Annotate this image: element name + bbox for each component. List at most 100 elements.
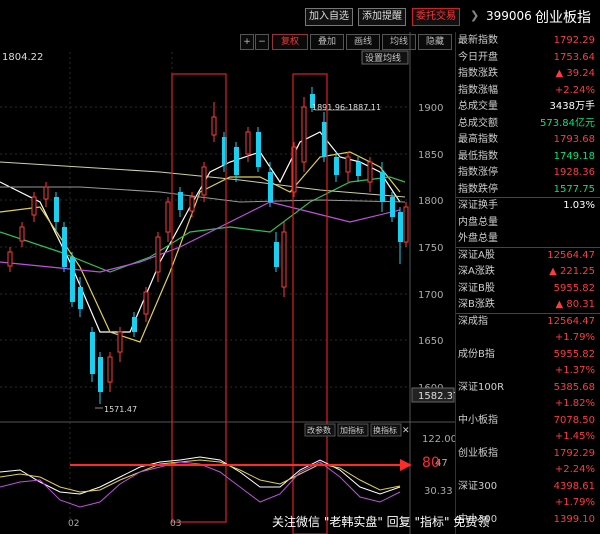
quote-row: 最低指数 1749.18 [456, 148, 600, 165]
quote-label: 外盘总量 [458, 233, 498, 244]
quote-value: +1.79% [554, 497, 595, 508]
quote-value: ▲ 80.31 [555, 299, 596, 310]
quote-value: +1.79% [554, 332, 595, 343]
quote-row: 今日开盘 1753.64 [456, 49, 600, 66]
quote-label: 总成交额 [458, 117, 498, 129]
price-tick: 1900 [418, 103, 443, 114]
quote-row: 深证换手 1.03% [456, 197, 600, 214]
quote-label: 指数涨跌 [458, 68, 498, 79]
quote-row: 深证300 4398.61 [456, 478, 600, 495]
quote-value: 5955.82 [553, 282, 595, 294]
quote-value: 1.03% [563, 200, 595, 211]
price-tick: 1700 [418, 290, 443, 301]
quote-panel: 最新指数 1792.29 今日开盘 1753.64 指数涨跌 ▲ 39.24 指数涨幅 +2.… [455, 32, 600, 534]
quote-row: 指数涨停 1928.36 [456, 164, 600, 181]
quote-value: 1792.29 [553, 447, 595, 459]
quote-row: 深证A股 12564.47 [456, 247, 600, 264]
edit-params-button[interactable]: 改参数 [307, 425, 331, 435]
quote-row: 指数跌停 1577.75 [456, 181, 600, 198]
price-tick: 1850 [418, 150, 443, 161]
ma-settings-button[interactable]: 设置均线 [365, 52, 401, 64]
indicator-tick: 122.00 [422, 434, 455, 445]
quote-row: 指数涨跌 ▲ 39.24 [456, 65, 600, 82]
quote-label: 深证300 [458, 480, 498, 492]
trade-button[interactable]: 委托交易 [412, 8, 460, 26]
quote-label: 深证B股 [458, 282, 495, 294]
indicator-mark-80: 80 [422, 455, 440, 471]
index-code: 399006 [486, 9, 532, 23]
quote-row: 中小板指 7078.50 [456, 412, 600, 429]
x-tick: 03 [170, 519, 181, 529]
quote-label: 指数跌停 [458, 183, 498, 195]
quote-label: 深证换手 [458, 200, 498, 211]
quote-value: 1792.29 [553, 35, 595, 46]
add-alert-button[interactable]: 添加提醒 [358, 8, 406, 26]
quote-label: 中小板指 [458, 414, 498, 426]
quote-label: 深A涨跌 [458, 266, 495, 277]
quote-row: +1.82% [456, 395, 600, 412]
quote-row: 深成指 12564.47 [456, 313, 600, 330]
quote-value: 5385.68 [553, 381, 595, 393]
quote-row: 成份B指 5955.82 [456, 346, 600, 363]
quote-value: +1.82% [554, 398, 595, 409]
kline-chart[interactable]: 1900 1850 1800 1750 1700 1650 1600 1582.… [0, 32, 455, 534]
arrow-right-icon: ❯ [470, 9, 480, 22]
watermark: 关注微信 "老韩实盘" 回复 "指标" 免费领 [272, 515, 490, 529]
quote-value: ▲ 39.24 [555, 68, 596, 79]
quote-value: 573.84亿元 [540, 117, 595, 129]
price-tick: 1650 [418, 336, 443, 347]
quote-row: 总成交额 573.84亿元 [456, 115, 600, 132]
quote-label: 深B涨跌 [458, 299, 495, 310]
quote-label: 最新指数 [458, 35, 498, 46]
add-watchlist-button[interactable]: 加入自选 [305, 8, 353, 26]
low-annotation: 1571.47 [104, 405, 137, 414]
quote-label: 最低指数 [458, 150, 498, 162]
quote-label: 成份B指 [458, 348, 495, 360]
quote-value: 1793.68 [553, 134, 595, 145]
quote-value: 1753.64 [553, 51, 595, 63]
quote-value: ▲ 221.25 [549, 266, 595, 277]
quote-label: 创业板指 [458, 447, 498, 459]
quote-row: 内盘总量 [456, 214, 600, 231]
quote-value: +2.24% [554, 464, 595, 475]
price-tick: 1750 [418, 243, 443, 254]
top-left-price: 1804.22 [2, 52, 43, 63]
quote-value: +1.37% [554, 365, 595, 376]
switch-indicator-button[interactable]: 换指标 [373, 425, 397, 435]
quote-row: +1.79% [456, 494, 600, 511]
quote-label: 指数涨停 [458, 167, 498, 178]
quote-label: 最高指数 [458, 134, 498, 145]
quote-value: 4398.61 [553, 480, 595, 492]
quote-value: 5955.82 [553, 348, 595, 360]
quote-label: 深成指 [458, 315, 488, 327]
quote-label: 内盘总量 [458, 216, 498, 228]
quote-row: +2.24% [456, 461, 600, 478]
quote-row: 创业板指 1792.29 [456, 445, 600, 462]
index-name: 创业板指 [535, 10, 591, 26]
highlight-box [171, 73, 227, 523]
quote-row: 深证B股 5955.82 [456, 280, 600, 297]
quote-label: 深证100R [458, 381, 505, 393]
quote-row: +1.79% [456, 329, 600, 346]
top-toolbar: 加入自选 添加提醒 委托交易 ❯ 399006 创业板指 [0, 0, 600, 32]
quote-value: 7078.50 [553, 414, 595, 426]
quote-value: 3438万手 [549, 101, 595, 112]
quote-value: 1749.18 [553, 150, 595, 162]
x-tick: 02 [68, 519, 79, 529]
add-indicator-button[interactable]: 加指标 [340, 425, 364, 435]
quote-row: 最高指数 1793.68 [456, 131, 600, 148]
quote-row: 指数涨幅 +2.24% [456, 82, 600, 99]
quote-label: 总成交量 [458, 101, 498, 112]
quote-row: 总成交量 3438万手 [456, 98, 600, 115]
indicator-tick: 30.33 [424, 486, 453, 497]
quote-row: 深A涨跌 ▲ 221.25 [456, 263, 600, 280]
quote-value: 1577.75 [553, 183, 595, 195]
quote-value: 12564.47 [547, 315, 595, 327]
quote-row: 最新指数 1792.29 [456, 32, 600, 49]
current-price-label: 1582.37 [418, 391, 455, 402]
quote-row: +1.37% [456, 362, 600, 379]
quote-value: +1.45% [554, 431, 595, 442]
quote-value: 1928.36 [553, 167, 595, 178]
quote-value: 12564.47 [547, 249, 595, 261]
close-icon[interactable]: ✕ [402, 426, 410, 436]
